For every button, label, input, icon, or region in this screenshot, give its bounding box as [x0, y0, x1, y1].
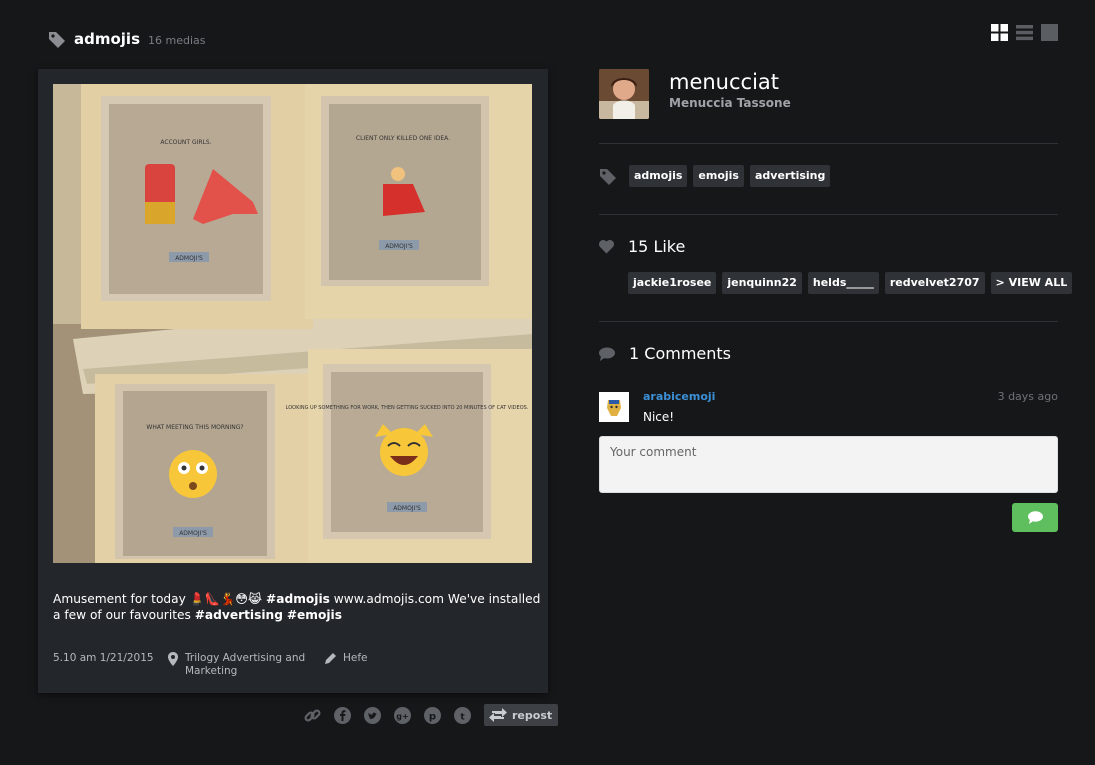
user-avatar[interactable]	[599, 69, 649, 119]
share-bar: g+ p t repost	[304, 704, 559, 726]
tag-icon	[49, 32, 65, 48]
liker-list: jackie1rosee jenquinn22 helds_____ redve…	[628, 272, 1078, 294]
hashtag-emojis[interactable]: #emojis	[287, 608, 342, 622]
single-view-icon[interactable]	[1041, 24, 1058, 41]
frame-4-badge: ADMOJI'S	[393, 505, 421, 512]
tag-pill[interactable]: emojis	[693, 165, 744, 187]
comments-title: 1 Comments	[629, 344, 731, 363]
comment-text: Nice!	[643, 410, 675, 424]
tag-list: admojis emojis advertising	[599, 165, 836, 187]
svg-text:g+: g+	[396, 712, 408, 721]
divider	[599, 214, 1058, 215]
heart-icon	[599, 239, 614, 253]
speech-bubble-icon	[599, 347, 615, 361]
liker-pill[interactable]: redvelvet2707	[884, 272, 985, 294]
tag-pill[interactable]: admojis	[629, 165, 688, 187]
send-comment-button[interactable]	[1012, 503, 1058, 532]
view-toggle-group	[991, 24, 1058, 41]
username[interactable]: menucciat	[669, 69, 791, 95]
frame-1-text: ACCOUNT GIRLS.	[160, 139, 211, 146]
collection-header: admojis 16 medias	[48, 30, 206, 48]
repost-button[interactable]: repost	[484, 704, 559, 726]
speech-bubble-icon	[1027, 511, 1043, 524]
frame-3-text: WHAT MEETING THIS MORNING?	[146, 424, 243, 431]
comment-timestamp: 3 days ago	[997, 390, 1058, 403]
svg-text:p: p	[429, 711, 436, 722]
user-fullname: Menuccia Tassone	[669, 96, 791, 110]
google-plus-icon[interactable]: g+	[394, 706, 411, 724]
repost-icon	[489, 708, 507, 722]
photo-illustration: ACCOUNT GIRLS. ADMOJI'S CLIENT ONLY KILL…	[53, 84, 532, 563]
grid-view-icon[interactable]	[991, 24, 1008, 41]
frame-4-text: LOOKING UP SOMETHING FOR WORK, THEN GETT…	[286, 405, 529, 411]
collection-title[interactable]: admojis	[74, 30, 140, 48]
tag-icon	[600, 169, 616, 185]
media-count: 16 medias	[148, 33, 206, 47]
frame-1-badge: ADMOJI'S	[175, 255, 203, 262]
tag-pill[interactable]: advertising	[749, 165, 831, 187]
hashtag-advertising[interactable]: #advertising	[195, 608, 283, 622]
pencil-icon	[325, 653, 336, 664]
pinterest-icon[interactable]: p	[424, 706, 441, 724]
list-view-icon[interactable]	[1016, 24, 1033, 41]
divider	[599, 143, 1058, 144]
post-caption: Amusement for today 💄👠💃😳😹 #admojis www.a…	[53, 592, 541, 622]
frame-2-text: CLIENT ONLY KILLED ONE IDEA.	[356, 135, 450, 142]
comment-input[interactable]	[599, 436, 1058, 493]
user-block: menucciat Menuccia Tassone	[599, 69, 791, 119]
link-icon[interactable]	[304, 707, 321, 724]
tumblr-icon[interactable]: t	[454, 706, 471, 724]
liker-pill[interactable]: helds_____	[807, 272, 879, 294]
post-card: ACCOUNT GIRLS. ADMOJI'S CLIENT ONLY KILL…	[38, 69, 548, 693]
hashtag-admojis[interactable]: #admojis	[266, 592, 330, 606]
view-all-likes-button[interactable]: > VIEW ALL	[990, 272, 1073, 294]
twitter-icon[interactable]	[364, 706, 381, 724]
likes-header: 15 Like	[599, 237, 685, 256]
liker-pill[interactable]: jackie1rosee	[628, 272, 717, 294]
caption-emojis: 💄👠💃😳😹	[189, 592, 263, 606]
frame-3-badge: ADMOJI'S	[179, 530, 207, 537]
commenter-username[interactable]: arabicemoji	[643, 390, 715, 403]
post-filter: Hefe	[325, 652, 368, 665]
comments-header: 1 Comments	[599, 344, 731, 363]
divider	[599, 321, 1058, 322]
likes-title: 15 Like	[628, 237, 686, 256]
post-photo[interactable]: ACCOUNT GIRLS. ADMOJI'S CLIENT ONLY KILL…	[53, 84, 532, 563]
location-pin-icon	[168, 652, 178, 666]
post-date: 5.10 am 1/21/2015	[53, 652, 154, 664]
facebook-icon[interactable]	[334, 706, 351, 724]
commenter-avatar[interactable]	[599, 392, 629, 422]
post-location[interactable]: Trilogy Advertising and Marketing	[168, 652, 305, 678]
frame-2-badge: ADMOJI'S	[385, 243, 413, 250]
liker-pill[interactable]: jenquinn22	[722, 272, 802, 294]
svg-text:t: t	[460, 712, 465, 722]
